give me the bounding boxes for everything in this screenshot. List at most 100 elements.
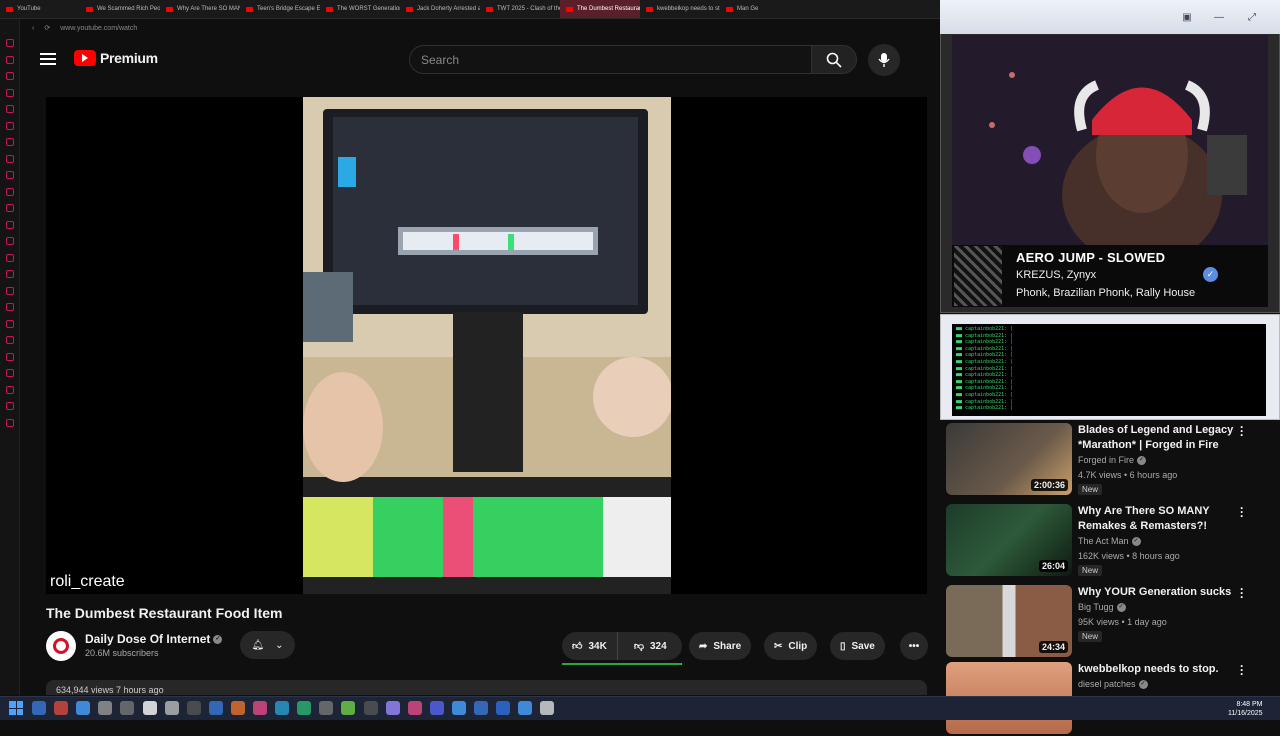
browser-tab[interactable]: Why Are There SO MANY	[160, 0, 240, 18]
extension-icon[interactable]	[6, 88, 14, 97]
taskbar-app-icon[interactable]	[407, 701, 422, 715]
browser-tab[interactable]: The WORST Generation	[320, 0, 400, 18]
extension-icon[interactable]	[6, 385, 14, 394]
browser-tab[interactable]: YouTube	[0, 0, 80, 18]
extension-icon[interactable]	[6, 55, 14, 64]
taskbar-app-icon[interactable]	[54, 701, 69, 715]
extension-icon[interactable]	[6, 171, 14, 179]
taskbar-app-icon[interactable]	[186, 701, 201, 715]
video-thumbnail[interactable]: 26:04	[946, 504, 1072, 576]
address-bar[interactable]: ‹ ⟳ www.youtube.com/watch	[20, 20, 940, 36]
extension-icon[interactable]	[6, 187, 14, 196]
more-actions-icon[interactable]: •••	[900, 632, 928, 660]
browser-tab[interactable]: We Scammed Rich People	[80, 0, 160, 18]
taskbar-app-icon[interactable]	[363, 701, 378, 715]
restore-window-icon[interactable]: ▣	[1178, 9, 1196, 25]
extension-icon[interactable]	[6, 154, 14, 163]
taskbar-app-icon[interactable]	[385, 701, 400, 715]
taskbar-app-icon[interactable]	[319, 701, 334, 715]
suggested-channel-name[interactable]: diesel patches ✓	[1078, 679, 1148, 690]
extension-icon[interactable]	[6, 220, 14, 229]
extension-icon[interactable]	[6, 138, 14, 146]
taskbar-app-icon[interactable]	[142, 701, 157, 715]
taskbar-app-icon[interactable]	[518, 701, 533, 715]
clip-button[interactable]: ✂ Clip	[764, 632, 818, 660]
extension-icon[interactable]	[6, 270, 14, 278]
taskbar-app-icon[interactable]	[230, 701, 245, 715]
minimize-window-icon[interactable]: —	[1210, 9, 1228, 25]
dislike-button[interactable]: 👎︎ 324	[624, 632, 677, 660]
extension-icon[interactable]	[6, 121, 14, 130]
taskbar-app-icon[interactable]	[496, 701, 511, 715]
taskbar-app-icon[interactable]	[32, 701, 46, 715]
extension-icon[interactable]	[6, 253, 14, 262]
description-box[interactable]: 634,944 views 7 hours ago	[46, 680, 927, 695]
channel-avatar[interactable]	[46, 631, 76, 661]
back-arrow-icon[interactable]: ‹	[32, 25, 34, 32]
taskbar-app-icon[interactable]	[98, 701, 113, 715]
suggested-video-title[interactable]: Why YOUR Generation sucks	[1078, 585, 1258, 600]
system-clock[interactable]: 8:48 PM 11/16/2025	[1228, 700, 1263, 718]
voice-search-button[interactable]	[868, 44, 900, 76]
taskbar-app-icon[interactable]	[120, 701, 135, 715]
browser-tab[interactable]: Man Ge	[720, 0, 800, 18]
taskbar-app-icon[interactable]	[474, 701, 488, 715]
browser-tab[interactable]: kwebbelkop needs to sto	[640, 0, 720, 18]
youtube-premium-logo[interactable]: Premium	[74, 50, 158, 66]
extension-icon[interactable]	[6, 303, 14, 311]
taskbar-app-icon[interactable]	[164, 701, 179, 715]
channel-name[interactable]: Daily Dose Of Internet ✓	[85, 632, 223, 646]
video-frame[interactable]	[303, 97, 671, 594]
browser-tab[interactable]: Teen's Bridge Escape Ends	[240, 0, 320, 18]
extension-icon[interactable]	[6, 418, 14, 427]
more-options-icon[interactable]: · · ·	[1238, 660, 1246, 680]
maximize-window-icon[interactable]: ⤢	[1243, 9, 1261, 25]
suggested-video[interactable]: 26:04 Why Are There SO MANY Remakes & Rem…	[946, 502, 1280, 578]
taskbar-app-icon[interactable]	[451, 701, 466, 715]
taskbar-app-icon[interactable]	[297, 701, 312, 715]
suggested-channel-name[interactable]: Big Tugg ✓	[1078, 602, 1126, 613]
search-input[interactable]: Search	[409, 45, 811, 74]
like-button[interactable]: 👍︎ 34K	[562, 632, 618, 660]
extension-icon[interactable]	[6, 39, 14, 47]
taskbar-app-icon[interactable]	[208, 701, 223, 715]
save-button[interactable]: ▯ Save	[830, 632, 885, 660]
more-options-icon[interactable]: · · ·	[1238, 502, 1246, 522]
taskbar-app-icon[interactable]	[429, 701, 444, 715]
taskbar-app-icon[interactable]	[341, 701, 356, 715]
share-button[interactable]: ➦ Share	[689, 632, 752, 660]
suggested-channel-name[interactable]: Forged in Fire ✓	[1078, 455, 1147, 466]
more-options-icon[interactable]: · · ·	[1238, 421, 1246, 441]
video-thumbnail[interactable]: 2:00:36	[946, 423, 1072, 495]
extension-icon[interactable]	[6, 204, 14, 212]
suggested-video-title[interactable]: Blades of Legend and Legacy *Marathon* |…	[1078, 423, 1258, 453]
suggested-video-title[interactable]: kwebbelkop needs to stop.	[1078, 662, 1258, 677]
search-button[interactable]	[811, 45, 857, 74]
reload-icon[interactable]: ⟳	[44, 24, 50, 32]
extension-icon[interactable]	[6, 319, 14, 328]
suggested-video[interactable]: 24:34 Why YOUR Generation sucks Big Tugg ✓ 9…	[946, 583, 1280, 659]
extension-icon[interactable]	[6, 352, 14, 361]
suggested-channel-name[interactable]: The Act Man ✓	[1078, 536, 1141, 547]
browser-tab[interactable]: Jack Doherty Arrested at	[400, 0, 480, 18]
extension-icon[interactable]	[6, 402, 14, 410]
suggested-video[interactable]: 2:00:36 Blades of Legend and Legacy *Mara…	[946, 421, 1280, 497]
extension-icon[interactable]	[6, 336, 14, 344]
hamburger-menu-icon[interactable]	[40, 51, 56, 67]
taskbar-app-icon[interactable]	[76, 701, 91, 715]
more-options-icon[interactable]: · · ·	[1238, 583, 1246, 603]
windows-start-icon[interactable]	[9, 701, 23, 715]
browser-tab[interactable]: TWT 2025 - Clash of the	[480, 0, 560, 18]
extension-icon[interactable]	[6, 237, 14, 245]
suggested-video-title[interactable]: Why Are There SO MANY Remakes & Remaster…	[1078, 504, 1258, 534]
extension-icon[interactable]	[6, 286, 14, 295]
extension-icon[interactable]	[6, 369, 14, 377]
taskbar-app-icon[interactable]	[253, 701, 267, 715]
browser-tab[interactable]: The Dumbest Restaurant	[560, 0, 640, 18]
subscription-bell-button[interactable]: 🔔︎ ⌄	[240, 631, 295, 659]
taskbar-app-icon[interactable]	[275, 701, 290, 715]
video-thumbnail[interactable]: 24:34	[946, 585, 1072, 657]
extension-icon[interactable]	[6, 105, 14, 113]
taskbar-app-icon[interactable]	[540, 701, 555, 715]
extension-icon[interactable]	[6, 72, 14, 80]
